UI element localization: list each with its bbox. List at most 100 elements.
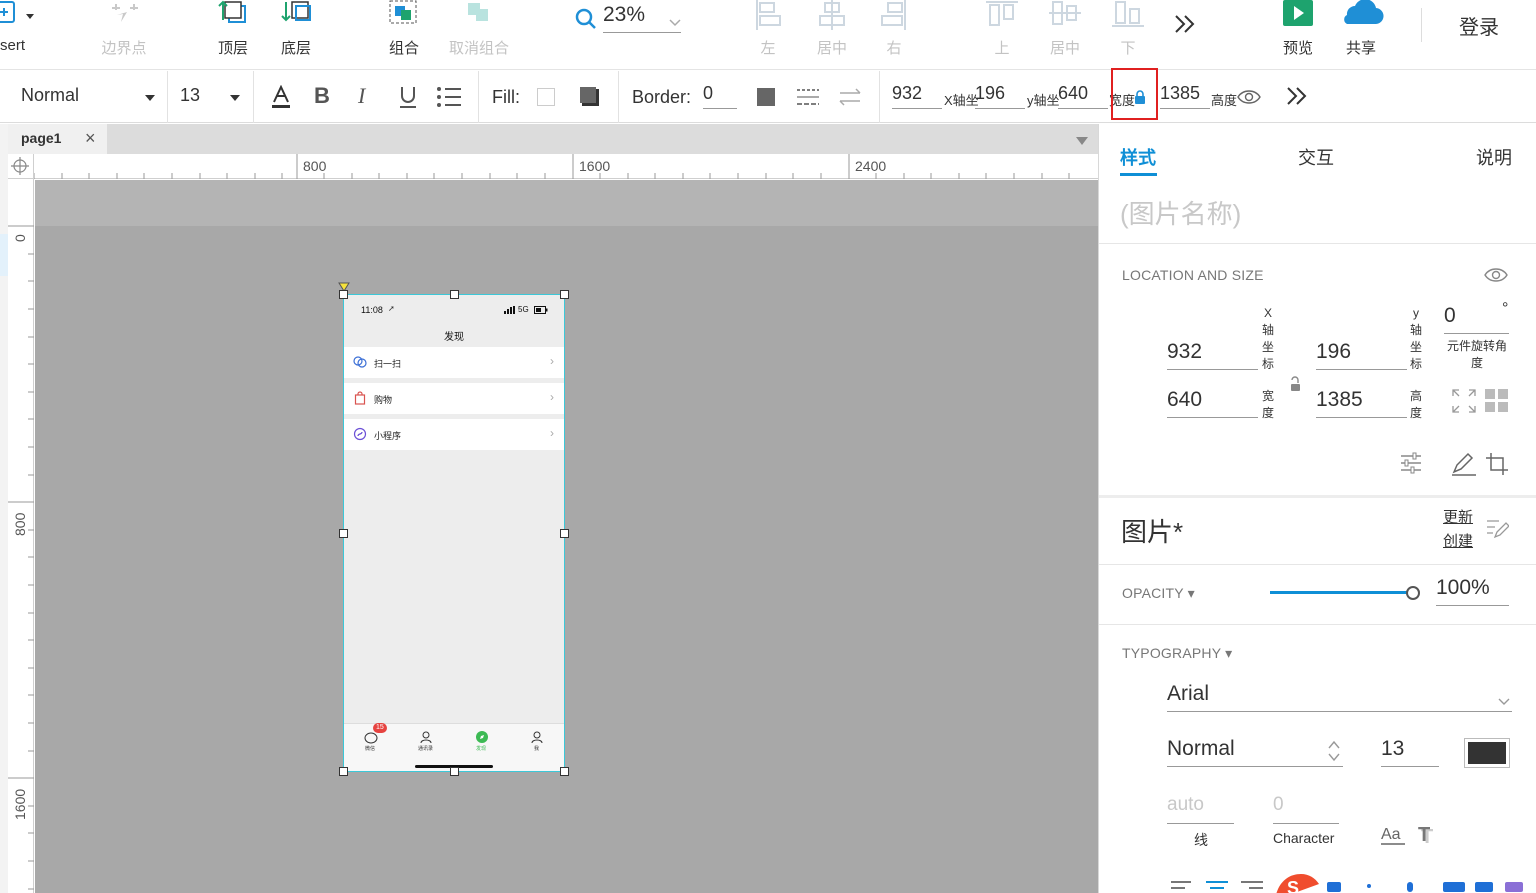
tab-page1[interactable]: page1 × xyxy=(8,124,107,154)
edit-pen-icon[interactable] xyxy=(1451,452,1477,476)
x-position-field[interactable]: 932 xyxy=(1167,340,1258,370)
border-style-icon[interactable] xyxy=(796,88,820,106)
update-image-link[interactable]: 更新 xyxy=(1443,506,1473,527)
share-button[interactable]: 共享 xyxy=(1336,0,1386,70)
text-shadow-icon[interactable]: TT xyxy=(1417,824,1441,846)
text-style-select[interactable]: Normal xyxy=(21,85,156,111)
border-color-swatch[interactable] xyxy=(757,88,775,106)
close-icon[interactable]: × xyxy=(85,128,96,149)
font-color-swatch[interactable] xyxy=(1464,738,1510,768)
tab-style[interactable]: 样式 xyxy=(1120,144,1156,170)
font-family-select[interactable]: Arial xyxy=(1167,682,1512,712)
tab-discover[interactable]: 发现 xyxy=(469,728,495,754)
height-field[interactable]: 1385 xyxy=(1316,388,1407,418)
sogou-logo-icon: S xyxy=(1276,874,1319,893)
border-width-input[interactable]: 0 xyxy=(703,83,737,109)
font-style-select[interactable]: Normal xyxy=(1167,737,1343,767)
slice-grid-icon[interactable] xyxy=(1484,388,1510,414)
line-spacing-field[interactable]: auto xyxy=(1167,794,1234,824)
bring-to-top-button[interactable]: 顶层 xyxy=(210,0,256,70)
visibility-eye-icon[interactable] xyxy=(1484,267,1508,283)
opacity-knob[interactable] xyxy=(1406,586,1420,600)
y-position-input[interactable]: 196 xyxy=(975,83,1025,109)
tab-interaction[interactable]: 交互 xyxy=(1298,144,1334,170)
y-position-field[interactable]: 196 xyxy=(1316,340,1407,370)
group-button[interactable]: 组合 xyxy=(380,0,428,70)
font-size-field[interactable]: 13 xyxy=(1381,737,1439,767)
resize-handle-r[interactable] xyxy=(560,529,569,538)
zoom-select[interactable]: 23% xyxy=(603,3,681,33)
resize-handle-br[interactable] xyxy=(560,767,569,776)
ungroup-icon xyxy=(468,3,488,21)
align-center-button[interactable]: 居中 xyxy=(812,0,852,70)
bullet-list-icon[interactable] xyxy=(436,86,462,108)
width-field[interactable]: 640 xyxy=(1167,388,1258,418)
insert-button[interactable]: sert xyxy=(0,0,40,70)
more-tools-icon[interactable] xyxy=(1173,13,1197,35)
align-middle-button[interactable]: 居中 xyxy=(1045,0,1085,70)
height-input[interactable]: 1385 xyxy=(1160,83,1210,109)
align-text-left-icon[interactable] xyxy=(1171,880,1193,893)
bold-icon[interactable]: B xyxy=(314,83,330,109)
align-text-right-icon[interactable] xyxy=(1241,880,1263,893)
rotation-value: 0 xyxy=(1444,304,1456,327)
edit-notes-icon[interactable] xyxy=(1485,518,1509,540)
selected-image-phone-mockup[interactable]: 11:08 ➚ 5G 发现 扫一扫 › 购物 › 小程序 › 15 微信 通讯录… xyxy=(343,294,565,772)
tab-menu-chevron-icon[interactable] xyxy=(1075,136,1089,146)
underline-icon[interactable] xyxy=(398,85,418,109)
login-button[interactable]: 登录 xyxy=(1459,11,1499,40)
ruler-label: 0 xyxy=(12,234,28,242)
unlock-icon[interactable] xyxy=(1289,376,1303,392)
align-left-button[interactable]: 左 xyxy=(750,0,786,70)
tab-notes[interactable]: 说明 xyxy=(1476,144,1512,170)
align-top-button[interactable]: 上 xyxy=(984,0,1020,70)
tab-me[interactable]: 我 xyxy=(524,728,550,754)
list-item[interactable]: 扫一扫 › xyxy=(344,347,564,378)
list-item[interactable]: 购物 › xyxy=(344,383,564,414)
ungroup-button[interactable]: 取消组合 xyxy=(444,0,514,70)
crop-icon[interactable] xyxy=(1485,452,1509,476)
typography-caption[interactable]: TYPOGRAPHY ▾ xyxy=(1122,645,1232,662)
align-right-button[interactable]: 右 xyxy=(876,0,912,70)
tab-contacts[interactable]: 通讯录 xyxy=(414,728,440,754)
fit-size-icon[interactable] xyxy=(1451,388,1477,414)
boundary-point-button[interactable]: 边界点 xyxy=(95,0,153,70)
opacity-caption[interactable]: OPACITY ▾ xyxy=(1122,585,1195,602)
aspect-lock-button[interactable] xyxy=(1111,68,1158,120)
resize-handle-tr[interactable] xyxy=(560,290,569,299)
ruler-label: 800 xyxy=(303,158,327,174)
character-spacing-field[interactable]: 0 xyxy=(1273,794,1339,824)
text-case-icon[interactable]: Aa xyxy=(1381,824,1407,846)
fill-color-swatch[interactable] xyxy=(537,88,555,106)
list-item[interactable]: 小程序 › xyxy=(344,419,564,450)
italic-icon[interactable]: I xyxy=(358,83,365,109)
insert-label: sert xyxy=(0,37,26,54)
opacity-field[interactable]: 100% xyxy=(1436,576,1509,606)
more-format-icon[interactable] xyxy=(1285,85,1309,107)
align-bottom-button[interactable]: 下 xyxy=(1110,0,1146,70)
font-size-select[interactable]: 13 xyxy=(180,85,242,111)
resize-handle-tl[interactable] xyxy=(339,290,348,299)
insert-icon xyxy=(0,1,34,23)
widget-name-input[interactable]: (图片名称) xyxy=(1120,194,1516,229)
shadow-icon[interactable] xyxy=(579,86,601,108)
resize-handle-b[interactable] xyxy=(450,767,459,776)
align-text-center-icon[interactable] xyxy=(1206,880,1228,893)
width-input[interactable]: 640 xyxy=(1058,83,1108,109)
tab-chats[interactable]: 15 微信 xyxy=(358,723,387,754)
create-image-link[interactable]: 创建 xyxy=(1443,530,1473,551)
visibility-eye-icon[interactable] xyxy=(1237,89,1261,105)
rotation-field[interactable]: 0 ° xyxy=(1444,300,1509,334)
x-position-input[interactable]: 932 xyxy=(892,83,942,109)
font-color-icon[interactable] xyxy=(270,85,292,109)
font-size-value: 13 xyxy=(180,85,201,105)
resize-handle-l[interactable] xyxy=(339,529,348,538)
resize-handle-t[interactable] xyxy=(450,290,459,299)
arrow-style-icon[interactable] xyxy=(838,88,862,106)
preview-button[interactable]: 预览 xyxy=(1276,0,1320,70)
resize-handle-bl[interactable] xyxy=(339,767,348,776)
opacity-slider[interactable] xyxy=(1270,585,1420,601)
send-to-bottom-button[interactable]: 底层 xyxy=(273,0,319,70)
width-label: 宽度 xyxy=(1261,389,1274,420)
adjust-sliders-icon[interactable] xyxy=(1400,452,1422,474)
